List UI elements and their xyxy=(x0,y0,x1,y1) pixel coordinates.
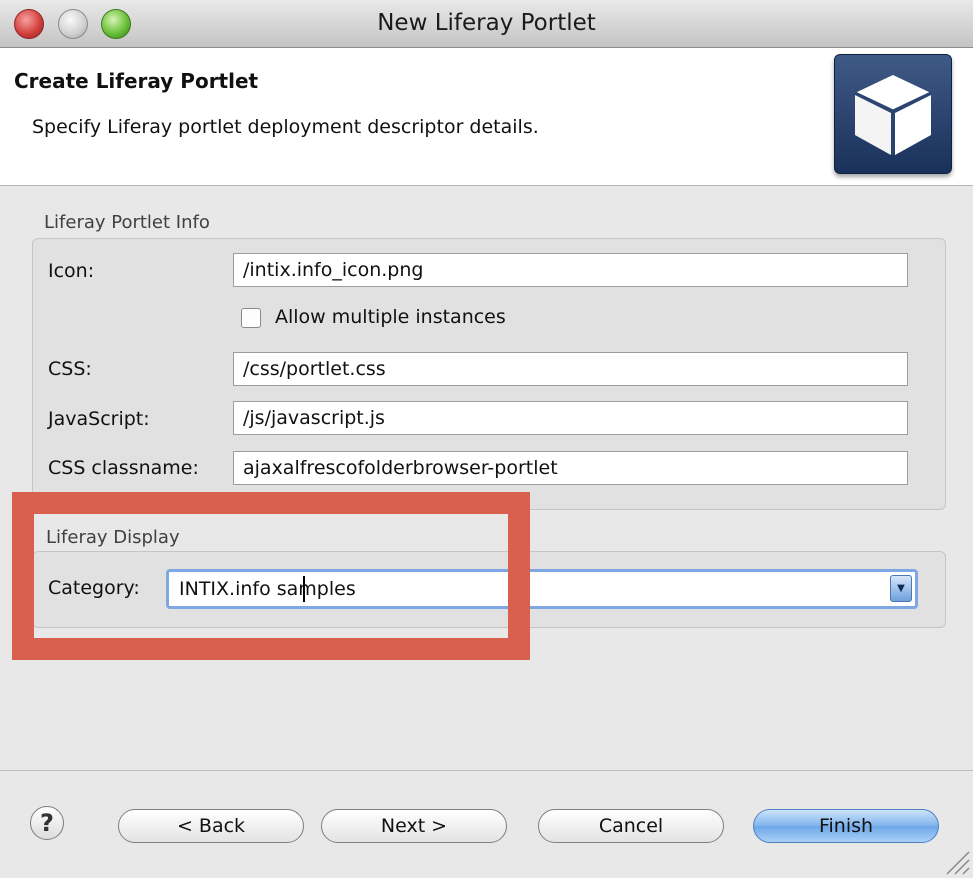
allow-multiple-instances-label: Allow multiple instances xyxy=(275,306,506,328)
finish-button[interactable]: Finish xyxy=(753,809,939,843)
css-field[interactable]: /css/portlet.css xyxy=(233,352,908,386)
window-titlebar: New Liferay Portlet xyxy=(0,0,973,48)
chevron-down-icon[interactable]: ▼ xyxy=(890,575,912,602)
next-button[interactable]: Next > xyxy=(321,809,507,843)
icon-label: Icon: xyxy=(48,260,95,282)
wizard-header: Create Liferay Portlet Specify Liferay p… xyxy=(0,48,973,186)
css-classname-field[interactable]: ajaxalfrescofolderbrowser-portlet xyxy=(233,451,908,485)
back-button[interactable]: < Back xyxy=(118,809,304,843)
icon-field[interactable]: /intix.info_icon.png xyxy=(233,253,908,287)
css-label: CSS: xyxy=(48,358,92,380)
page-description: Specify Liferay portlet deployment descr… xyxy=(32,116,539,138)
portlet-info-group-label: Liferay Portlet Info xyxy=(44,212,210,233)
javascript-field[interactable]: /js/javascript.js xyxy=(233,401,908,435)
resize-grip-icon[interactable] xyxy=(941,846,971,876)
javascript-label: JavaScript: xyxy=(48,408,150,430)
button-bar-separator xyxy=(0,770,973,771)
help-button[interactable]: ? xyxy=(30,806,64,840)
css-classname-label: CSS classname: xyxy=(48,457,199,479)
allow-multiple-instances-checkbox[interactable] xyxy=(241,308,261,328)
window-title: New Liferay Portlet xyxy=(377,10,596,36)
annotation-highlight-box xyxy=(12,492,530,660)
cube-icon xyxy=(834,54,952,174)
page-title: Create Liferay Portlet xyxy=(14,69,259,93)
cancel-button[interactable]: Cancel xyxy=(538,809,724,843)
